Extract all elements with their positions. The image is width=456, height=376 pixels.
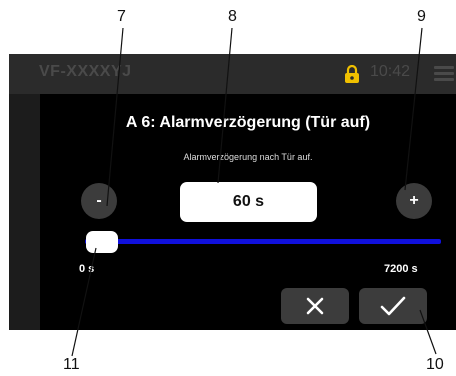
callout-10: 10 bbox=[426, 356, 444, 373]
callout-leader-lines bbox=[71, 27, 437, 357]
callout-8: 8 bbox=[228, 8, 237, 25]
callout-11: 11 bbox=[63, 356, 80, 373]
callout-9: 9 bbox=[417, 8, 426, 25]
callout-7: 7 bbox=[117, 8, 126, 25]
